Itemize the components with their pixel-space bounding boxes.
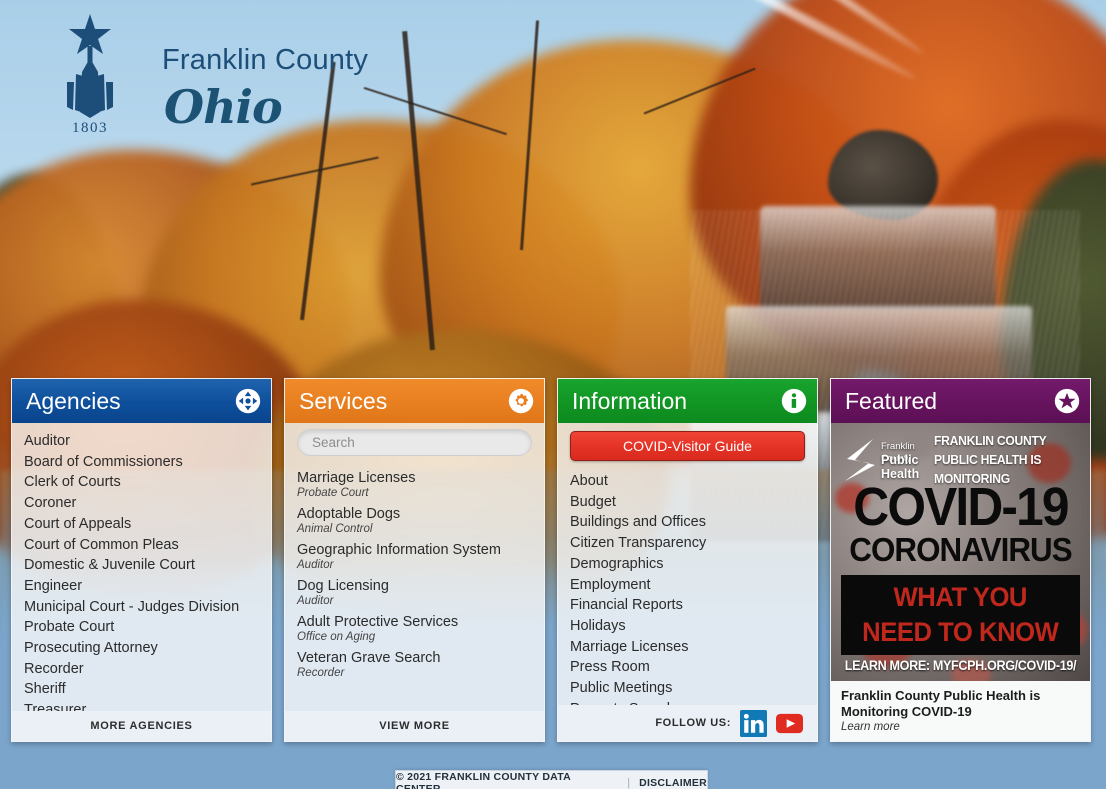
agencies-card-title: Agencies: [26, 387, 121, 414]
services-card-header: Services: [285, 379, 544, 423]
disclaimer-link[interactable]: DISCLAIMER: [639, 777, 707, 789]
more-agencies-link[interactable]: MORE AGENCIES: [12, 711, 271, 741]
information-list-item[interactable]: Employment: [558, 575, 817, 596]
agency-list-item[interactable]: Auditor: [12, 431, 271, 452]
svg-text:1803: 1803: [72, 120, 108, 136]
agency-list-item[interactable]: Probate Court: [12, 617, 271, 638]
logo-wordmark: Franklin County: [162, 44, 369, 76]
service-department: Recorder: [297, 667, 345, 679]
service-name: Marriage Licenses: [297, 470, 416, 486]
service-list-item[interactable]: Geographic Information System Auditor: [285, 542, 544, 578]
information-list-item[interactable]: Public Meetings: [558, 678, 817, 699]
agency-list-item[interactable]: Engineer: [12, 576, 271, 597]
agencies-list: Auditor Board of Commissioners Clerk of Co…: [12, 431, 271, 711]
featured-callout-box: WHAT YOU NEED TO KNOW: [841, 575, 1080, 655]
agency-list-item[interactable]: Municipal Court - Judges Division: [12, 597, 271, 618]
information-list-item[interactable]: Holidays: [558, 616, 817, 637]
footer-bar: © 2021 FRANKLIN COUNTY DATA CENTER | DIS…: [395, 770, 708, 789]
service-department: Animal Control: [297, 523, 373, 535]
service-list-item[interactable]: Adult Protective Services Office on Aging: [285, 614, 544, 650]
featured-learn-more-link[interactable]: Learn more: [841, 720, 1080, 735]
information-list-item[interactable]: Property Search: [558, 699, 817, 705]
featured-callout-line1: WHAT YOU: [893, 582, 1028, 612]
footer-separator: |: [627, 777, 631, 789]
agencies-card-body: Auditor Board of Commissioners Clerk of Co…: [12, 423, 271, 711]
linkedin-icon[interactable]: [740, 709, 767, 737]
gear-icon: [508, 388, 534, 414]
agency-list-item[interactable]: Clerk of Courts: [12, 472, 271, 493]
service-list-item[interactable]: Marriage Licenses Probate Court: [285, 470, 544, 506]
agency-list-item[interactable]: Sheriff: [12, 679, 271, 700]
covid-visitor-guide-button[interactable]: COVID-Visitor Guide: [570, 431, 805, 461]
featured-image[interactable]: Franklin County Public Health FRANKLIN C…: [831, 423, 1090, 681]
service-name: Geographic Information System: [297, 542, 501, 558]
services-card-title: Services: [299, 387, 388, 414]
service-list-item[interactable]: Dog Licensing Auditor: [285, 578, 544, 614]
information-card-header: Information: [558, 379, 817, 423]
information-list-item[interactable]: Buildings and Offices: [558, 512, 817, 533]
featured-caption[interactable]: Franklin County Public Health is Monitor…: [831, 681, 1090, 741]
information-list-item[interactable]: Press Room: [558, 657, 817, 678]
featured-card-title: Featured: [845, 387, 938, 414]
featured-callout-line2: NEED TO KNOW: [862, 617, 1059, 647]
information-card-body: About Budget Buildings and Offices Citizen …: [558, 471, 817, 705]
view-more-services-link[interactable]: VIEW MORE: [285, 711, 544, 741]
youtube-icon[interactable]: [776, 710, 803, 737]
information-list-item[interactable]: Financial Reports: [558, 595, 817, 616]
service-department: Auditor: [297, 559, 334, 571]
star-icon: [1054, 388, 1080, 414]
featured-card-header: Featured: [831, 379, 1090, 423]
featured-card: Featured Franklin County Public Health F…: [830, 378, 1091, 742]
agency-list-item[interactable]: Court of Common Pleas: [12, 535, 271, 556]
service-name: Adoptable Dogs: [297, 506, 401, 522]
compass-arrows-icon: [235, 388, 261, 414]
service-name: Veteran Grave Search: [297, 650, 441, 666]
service-department: Auditor: [297, 595, 334, 607]
page-root: 1803 Franklin County Ohio Agencies Audit…: [0, 0, 1106, 789]
services-card: Services Marriage LicensesProbate CourtA…: [284, 378, 545, 742]
information-list-item[interactable]: Demographics: [558, 554, 817, 575]
agency-list-item[interactable]: Board of Commissioners: [12, 452, 271, 473]
information-list-item[interactable]: Marriage Licenses: [558, 637, 817, 658]
featured-card-body: Franklin County Public Health FRANKLIN C…: [831, 423, 1090, 741]
service-list-item[interactable]: Adoptable Dogs Animal Control: [285, 506, 544, 542]
featured-caption-title: Franklin County Public Health is Monitor…: [841, 688, 1041, 719]
agency-list-item[interactable]: Treasurer: [12, 700, 271, 711]
service-list-item[interactable]: Veteran Grave Search Recorder: [285, 650, 544, 686]
copyright-text: © 2021 FRANKLIN COUNTY DATA CENTER: [396, 771, 571, 789]
logo-ohio-script: Ohio: [164, 80, 283, 134]
information-card: Information COVID-Visitor Guide About Bud…: [557, 378, 818, 742]
agency-list-item[interactable]: Coroner: [12, 493, 271, 514]
services-list: Marriage Licenses Probate Court Adoptable …: [285, 468, 544, 686]
information-list-item[interactable]: About: [558, 471, 817, 492]
agencies-card: Agencies Auditor Board of Commissioners Cl…: [11, 378, 272, 742]
service-name: Adult Protective Services: [297, 614, 459, 630]
featured-learn-url: LEARN MORE: MYFCPH.ORG/COVID-19/: [844, 657, 1077, 673]
information-list: About Budget Buildings and Offices Citizen …: [558, 471, 817, 705]
monument-star-logo-icon: 1803: [67, 14, 113, 136]
info-icon: [781, 388, 807, 414]
service-name: Dog Licensing: [297, 578, 389, 594]
service-department: Probate Court: [297, 487, 369, 499]
agency-list-item[interactable]: Domestic & Juvenile Court: [12, 555, 271, 576]
information-list-item[interactable]: Citizen Transparency: [558, 533, 817, 554]
information-list-item[interactable]: Budget: [558, 492, 817, 513]
service-department: Office on Aging: [297, 631, 376, 643]
services-card-body: Marriage Licenses Probate Court Adoptable …: [285, 466, 544, 711]
services-search-wrap: [285, 423, 544, 466]
agencies-card-header: Agencies: [12, 379, 271, 423]
card-row: Agencies Auditor Board of Commissioners Cl…: [11, 378, 1095, 742]
agency-list-item[interactable]: Court of Appeals: [12, 514, 271, 535]
follow-us-label: FOLLOW US:: [655, 717, 731, 729]
agency-list-item[interactable]: Recorder: [12, 659, 271, 680]
covid-button-wrap: COVID-Visitor Guide: [558, 423, 817, 471]
featured-subtitle: CORONAVIRUS: [849, 531, 1072, 568]
follow-us-footer: FOLLOW US:: [558, 705, 817, 741]
featured-big-title: COVID-19: [853, 477, 1069, 537]
agency-list-item[interactable]: Prosecuting Attorney: [12, 638, 271, 659]
search-input[interactable]: [297, 429, 532, 456]
information-card-title: Information: [572, 387, 688, 414]
site-logo[interactable]: 1803 Franklin County Ohio: [52, 8, 368, 138]
